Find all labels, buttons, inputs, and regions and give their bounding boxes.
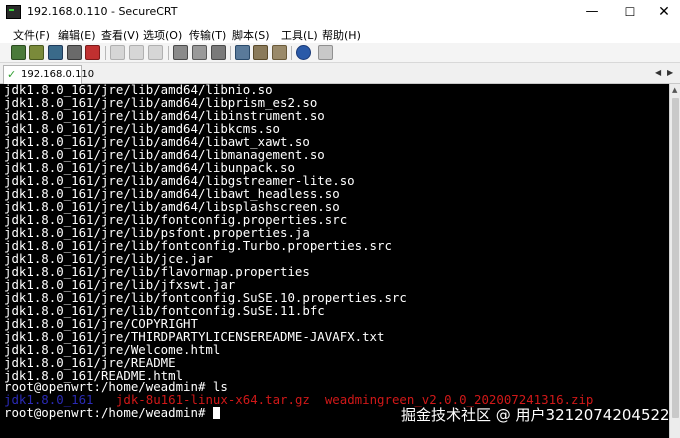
toolbar-separator xyxy=(291,46,292,60)
toolbar xyxy=(0,43,680,63)
menu-tools[interactable]: 工具(L) xyxy=(281,27,318,43)
paste-icon[interactable] xyxy=(129,45,144,60)
toolbar-separator xyxy=(168,46,169,60)
sftp-icon[interactable] xyxy=(272,45,287,60)
menu-transfer[interactable]: 传输(T) xyxy=(189,27,226,43)
maximize-button[interactable]: ☐ xyxy=(612,0,648,24)
session-tab-bar: ✓ 192.168.0.110 ◀ ▶ xyxy=(0,63,680,84)
session-options-icon[interactable] xyxy=(235,45,250,60)
disconnect-icon[interactable] xyxy=(85,45,100,60)
terminal-scrollbar[interactable]: ▲ xyxy=(669,84,680,438)
help-icon[interactable] xyxy=(296,45,311,60)
menu-edit[interactable]: 编辑(E) xyxy=(58,27,96,43)
menu-help[interactable]: 帮助(H) xyxy=(322,27,361,43)
log-icon[interactable] xyxy=(211,45,226,60)
print-icon[interactable] xyxy=(173,45,188,60)
securecrt-app-icon xyxy=(6,5,21,19)
toolbar-separator xyxy=(230,46,231,60)
terminal-prompt-current: root@openwrt:/home/weadmin# xyxy=(4,406,220,419)
watermark-text: 掘金技术社区 @ 用户3212074204522 xyxy=(401,406,670,424)
terminal-cursor xyxy=(212,407,220,419)
find-icon[interactable] xyxy=(148,45,163,60)
quick-connect-icon[interactable] xyxy=(29,45,44,60)
session-tab-label: 192.168.0.110 xyxy=(21,69,95,80)
session-tab[interactable]: ✓ 192.168.0.110 xyxy=(3,65,94,84)
tab-scroll-right-icon[interactable]: ▶ xyxy=(667,68,673,77)
title-bar: 192.168.0.110 - SecureCRT — ☐ ✕ xyxy=(0,0,680,24)
close-button[interactable]: ✕ xyxy=(646,0,680,24)
window-title: 192.168.0.110 - SecureCRT xyxy=(27,5,178,18)
connect-icon[interactable] xyxy=(11,45,26,60)
copy-icon[interactable] xyxy=(110,45,125,60)
scroll-up-icon[interactable]: ▲ xyxy=(672,86,677,94)
connect-tab-icon[interactable] xyxy=(48,45,63,60)
terminal-prompt-text: root@openwrt:/home/weadmin# xyxy=(4,405,213,420)
toolbar-separator xyxy=(105,46,106,60)
menu-view[interactable]: 查看(V) xyxy=(101,27,139,43)
menu-script[interactable]: 脚本(S) xyxy=(232,27,270,43)
tab-scroll-left-icon[interactable]: ◀ xyxy=(655,68,661,77)
minimize-button[interactable]: — xyxy=(574,0,610,24)
about-icon[interactable] xyxy=(318,45,333,60)
terminal-output[interactable]: jdk1.8.0_161/jre/lib/amd64/libnio.so jdk1… xyxy=(0,84,669,438)
menu-file[interactable]: 文件(F) xyxy=(13,27,50,43)
connected-check-icon: ✓ xyxy=(7,68,17,81)
keymap-icon[interactable] xyxy=(253,45,268,60)
scrollbar-thumb[interactable] xyxy=(672,98,679,418)
reconnect-icon[interactable] xyxy=(67,45,82,60)
menu-options[interactable]: 选项(O) xyxy=(143,27,182,43)
print-setup-icon[interactable] xyxy=(192,45,207,60)
menu-bar: 文件(F) 编辑(E) 查看(V) 选项(O) 传输(T) 脚本(S) 工具(L… xyxy=(0,24,680,43)
